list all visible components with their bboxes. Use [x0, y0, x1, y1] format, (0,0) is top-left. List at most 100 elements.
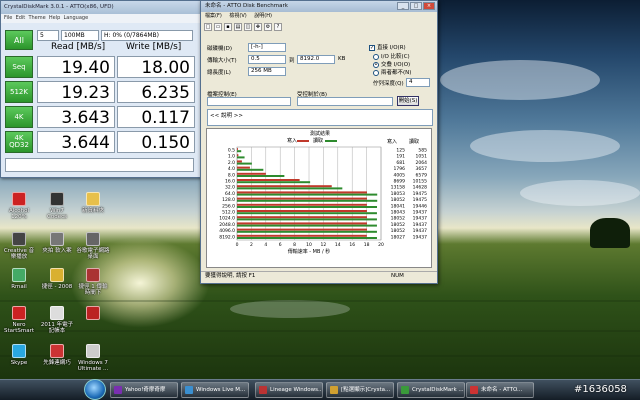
- menu-file[interactable]: File: [4, 15, 12, 21]
- desktop-icon-win7[interactable]: Windows 7 Ultimate ...: [76, 344, 110, 372]
- menu-language[interactable]: Language: [63, 15, 88, 21]
- queue-depth-combobox[interactable]: 4: [406, 78, 430, 87]
- drive-combobox[interactable]: [-h-]: [248, 43, 286, 52]
- length-combobox[interactable]: 256 MB: [248, 67, 286, 76]
- codecs-icon: [50, 192, 64, 206]
- desktop-icon-creative[interactable]: Creative 音樂播放: [2, 232, 36, 260]
- crystaldiskmark-title-bar[interactable]: CrystalDiskMark 3.0.1 - ATTO(x86, UFD): [1, 1, 200, 14]
- taskbar-button[interactable]: [點選顯示]Crysta...: [326, 382, 394, 398]
- 4k-qd32-button[interactable]: 4K QD32: [5, 131, 33, 153]
- desktop-icon-label: Alcohol 120%: [8, 208, 30, 220]
- desktop-icon-shortcut2[interactable]: 捷徑 1 傳輸時間下: [76, 268, 110, 296]
- controlled-by-combobox[interactable]: [297, 97, 393, 106]
- maximize-button[interactable]: □: [410, 2, 422, 10]
- desktop-icon-pioneer[interactable]: 先鋒連網巧: [40, 344, 74, 366]
- desktop-icon-folder[interactable]: 新資料夾: [76, 192, 110, 214]
- desktop-icon-capture[interactable]: 夾拍 軟入案: [40, 232, 74, 254]
- bar-read: [237, 156, 245, 159]
- preview-icon[interactable]: ◫: [244, 22, 252, 31]
- y-tick-label: 16.0: [225, 179, 235, 185]
- 4k-qd32-write-value: 0.150: [117, 131, 195, 153]
- menu-help[interactable]: 說明(H): [254, 13, 272, 19]
- menu-theme[interactable]: Theme: [28, 15, 45, 21]
- start-button[interactable]: 開始(S): [397, 96, 419, 106]
- seq-write-value: 18.00: [117, 56, 195, 78]
- write-value: 18052: [391, 197, 405, 203]
- taskbar-button[interactable]: Windows Live M...: [181, 382, 249, 398]
- shortcut-icon: [50, 268, 64, 282]
- results-chart: 測試結果寫入 讀取 寫入 讀取 0 2 4 6 8 10 12 14 16 18 20 0.5 125 585 1.…: [206, 128, 432, 268]
- desktop-icon-skype[interactable]: Skype: [2, 344, 36, 366]
- atto-title-bar[interactable]: 未命名 - ATTO Disk Benchmark _ □ ×: [201, 1, 437, 12]
- bar-write: [237, 185, 332, 188]
- help-icon[interactable]: ?: [274, 22, 282, 31]
- menu-help[interactable]: Help: [49, 15, 60, 21]
- cloud: [440, 60, 600, 100]
- menu-edit[interactable]: Edit: [16, 15, 26, 21]
- open-folder-icon[interactable]: ▭: [214, 22, 222, 31]
- desktop-icon-rmail[interactable]: Rmail: [2, 268, 36, 290]
- bar-write: [237, 228, 367, 231]
- 4k-button[interactable]: 4K: [5, 106, 33, 128]
- y-tick-label: 1.0: [228, 154, 235, 160]
- new-file-icon[interactable]: □: [204, 22, 212, 31]
- 512k-button[interactable]: 512K: [5, 81, 33, 103]
- neither-radio[interactable]: 兩者都不(N): [373, 68, 411, 76]
- seq-button[interactable]: Seq: [5, 56, 33, 78]
- start-orb-icon[interactable]: [84, 379, 106, 400]
- comment-field[interactable]: [5, 158, 194, 172]
- print-icon[interactable]: ▤: [234, 22, 242, 31]
- x-axis-label: 傳輸速率 - MB / 秒: [288, 248, 331, 255]
- read-value: 3657: [416, 166, 428, 172]
- minimize-button[interactable]: _: [397, 2, 409, 10]
- 512k-row: 512K 19.23 6.235: [5, 81, 195, 105]
- transfer-to-combobox[interactable]: 8192.0: [297, 55, 335, 64]
- y-tick-label: 32.0: [225, 185, 235, 191]
- transfer-from-combobox[interactable]: 0.5: [248, 55, 286, 64]
- overlapped-io-radio[interactable]: • 交叠 I/O(O): [373, 60, 410, 68]
- desktop-icon-flag[interactable]: [76, 306, 110, 322]
- desktop-icon-label: 捷徑 - 2008: [41, 284, 73, 290]
- desktop-icon-codecs[interactable]: Win7 Codecs: [40, 192, 74, 220]
- taskbar-button[interactable]: Yahoo!奇摩奇摩: [110, 382, 178, 398]
- crystaldiskmark-window[interactable]: CrystalDiskMark 3.0.1 - ATTO(x86, UFD) F…: [0, 0, 201, 178]
- save-icon[interactable]: ▪: [224, 22, 232, 31]
- taskbar-button[interactable]: CrystalDiskMark ...: [397, 382, 465, 398]
- crystaldiskmark-menu-bar: File Edit Theme Help Language: [1, 14, 200, 23]
- close-button[interactable]: ×: [423, 2, 435, 10]
- write-value: 4005: [394, 172, 406, 178]
- settings-icon[interactable]: ⚙: [264, 22, 272, 31]
- bar-read: [237, 193, 378, 196]
- move-icon[interactable]: ✥: [254, 22, 262, 31]
- size-select[interactable]: 100MB: [61, 30, 99, 41]
- desktop-icon-ledger[interactable]: 2011 年電子記帳本: [40, 306, 74, 334]
- all-button[interactable]: All: [5, 30, 33, 50]
- direct-io-checkbox[interactable]: ✓ 直接 I/O(R): [369, 43, 406, 51]
- google-desktop-icon: [86, 232, 100, 246]
- menu-view[interactable]: 檢視(V): [229, 13, 246, 19]
- read-value: 19475: [413, 197, 427, 203]
- legend-write: 寫入: [287, 137, 297, 144]
- tree-silhouette: [590, 218, 630, 248]
- taskbar-button[interactable]: 未命名 - ATTO...: [466, 382, 534, 398]
- desktop-icon-shortcut[interactable]: 捷徑 - 2008: [40, 268, 74, 290]
- bar-read: [237, 206, 378, 208]
- nero-icon: [12, 306, 26, 320]
- file-control-combobox[interactable]: [207, 97, 291, 106]
- read-value: 19437: [413, 222, 427, 228]
- drive-select[interactable]: H: 0% (0/7864MB): [101, 30, 193, 41]
- passes-select[interactable]: 5: [37, 30, 59, 41]
- write-value: 13158: [391, 185, 405, 191]
- description-box[interactable]: << 說明 >>: [207, 109, 433, 126]
- write-value: 18052: [391, 216, 405, 222]
- desktop-icon-nero[interactable]: Nero StartSmart: [2, 306, 36, 334]
- io-compare-radio[interactable]: I/O 比較(C): [373, 52, 410, 60]
- taskbar-button[interactable]: Lineage Windows...: [255, 382, 323, 398]
- ledger-icon: [50, 306, 64, 320]
- watermark-text: #1636058: [574, 384, 627, 395]
- desktop-icon-google-desktop[interactable]: 谷歌電子網路桌面: [76, 232, 110, 260]
- taskbar-button-label: 未命名 - ATTO...: [481, 387, 523, 393]
- desktop-icon-alcohol[interactable]: Alcohol 120%: [2, 192, 36, 220]
- rmail-icon: [12, 268, 26, 282]
- menu-file[interactable]: 檔案(F): [205, 13, 222, 19]
